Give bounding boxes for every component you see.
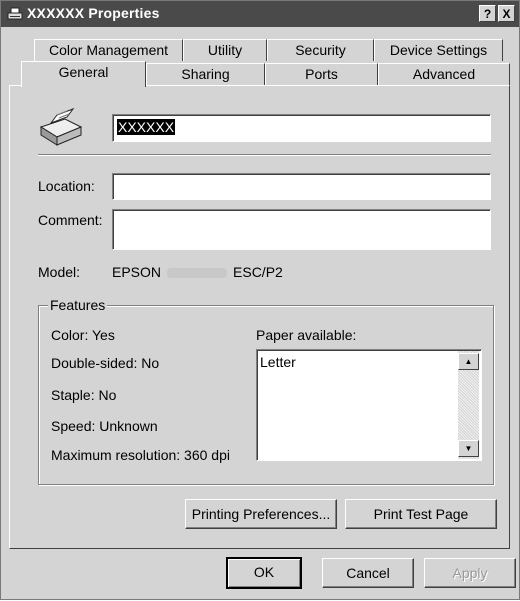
tab-utility[interactable]: Utility [183, 39, 267, 61]
tab-general[interactable]: General [21, 61, 146, 87]
printer-icon [39, 107, 83, 146]
tab-security[interactable]: Security [267, 39, 374, 61]
title-bar[interactable]: XXXXXX Properties ? X [1, 1, 519, 27]
separator [38, 154, 491, 156]
comment-field[interactable] [112, 209, 491, 250]
feature-color: Color: Yes [51, 327, 115, 343]
arrow-up-icon[interactable]: ▲ [458, 353, 479, 370]
feature-speed: Speed: Unknown [51, 418, 158, 434]
help-button[interactable]: ? [479, 5, 496, 22]
paper-available-label: Paper available: [256, 327, 357, 343]
feature-staple: Staple: No [51, 387, 117, 403]
features-title: Features [48, 297, 108, 313]
model-value: EPSON ESC/P2 [112, 264, 283, 280]
tab-ports[interactable]: Ports [265, 63, 378, 85]
model-prefix: EPSON [112, 264, 162, 280]
printer-name-field[interactable]: XXXXXX [112, 114, 491, 142]
tab-color-management[interactable]: Color Management [34, 39, 183, 61]
feature-double-sided: Double-sided: No [51, 355, 160, 371]
paper-list-scrollbar[interactable]: ▲ ▼ [458, 351, 479, 459]
window-title: XXXXXX Properties [27, 5, 160, 21]
close-button[interactable]: X [498, 5, 515, 22]
properties-window: XXXXXX Properties ? X Color Management U… [0, 0, 520, 600]
ok-button[interactable]: OK [226, 557, 302, 589]
location-label: Location: [38, 178, 95, 194]
model-redacted [167, 268, 228, 279]
tab-sharing[interactable]: Sharing [146, 63, 265, 85]
printer-icon [7, 7, 23, 20]
tab-device-settings[interactable]: Device Settings [374, 39, 503, 61]
feature-max-resolution: Maximum resolution: 360 dpi [51, 447, 230, 463]
location-field[interactable] [112, 173, 491, 200]
paper-list[interactable]: Letter [256, 349, 482, 461]
printing-preferences-button[interactable]: Printing Preferences... [185, 499, 337, 529]
list-item[interactable]: Letter [260, 354, 296, 370]
comment-label: Comment: [38, 212, 103, 228]
model-suffix: ESC/P2 [233, 264, 283, 280]
arrow-down-icon[interactable]: ▼ [458, 440, 479, 457]
print-test-page-button[interactable]: Print Test Page [345, 499, 497, 529]
tab-advanced[interactable]: Advanced [378, 63, 510, 85]
printer-name-value: XXXXXX [117, 119, 176, 135]
apply-button[interactable]: Apply [424, 558, 516, 588]
model-label: Model: [38, 264, 81, 280]
cancel-button[interactable]: Cancel [322, 558, 414, 588]
